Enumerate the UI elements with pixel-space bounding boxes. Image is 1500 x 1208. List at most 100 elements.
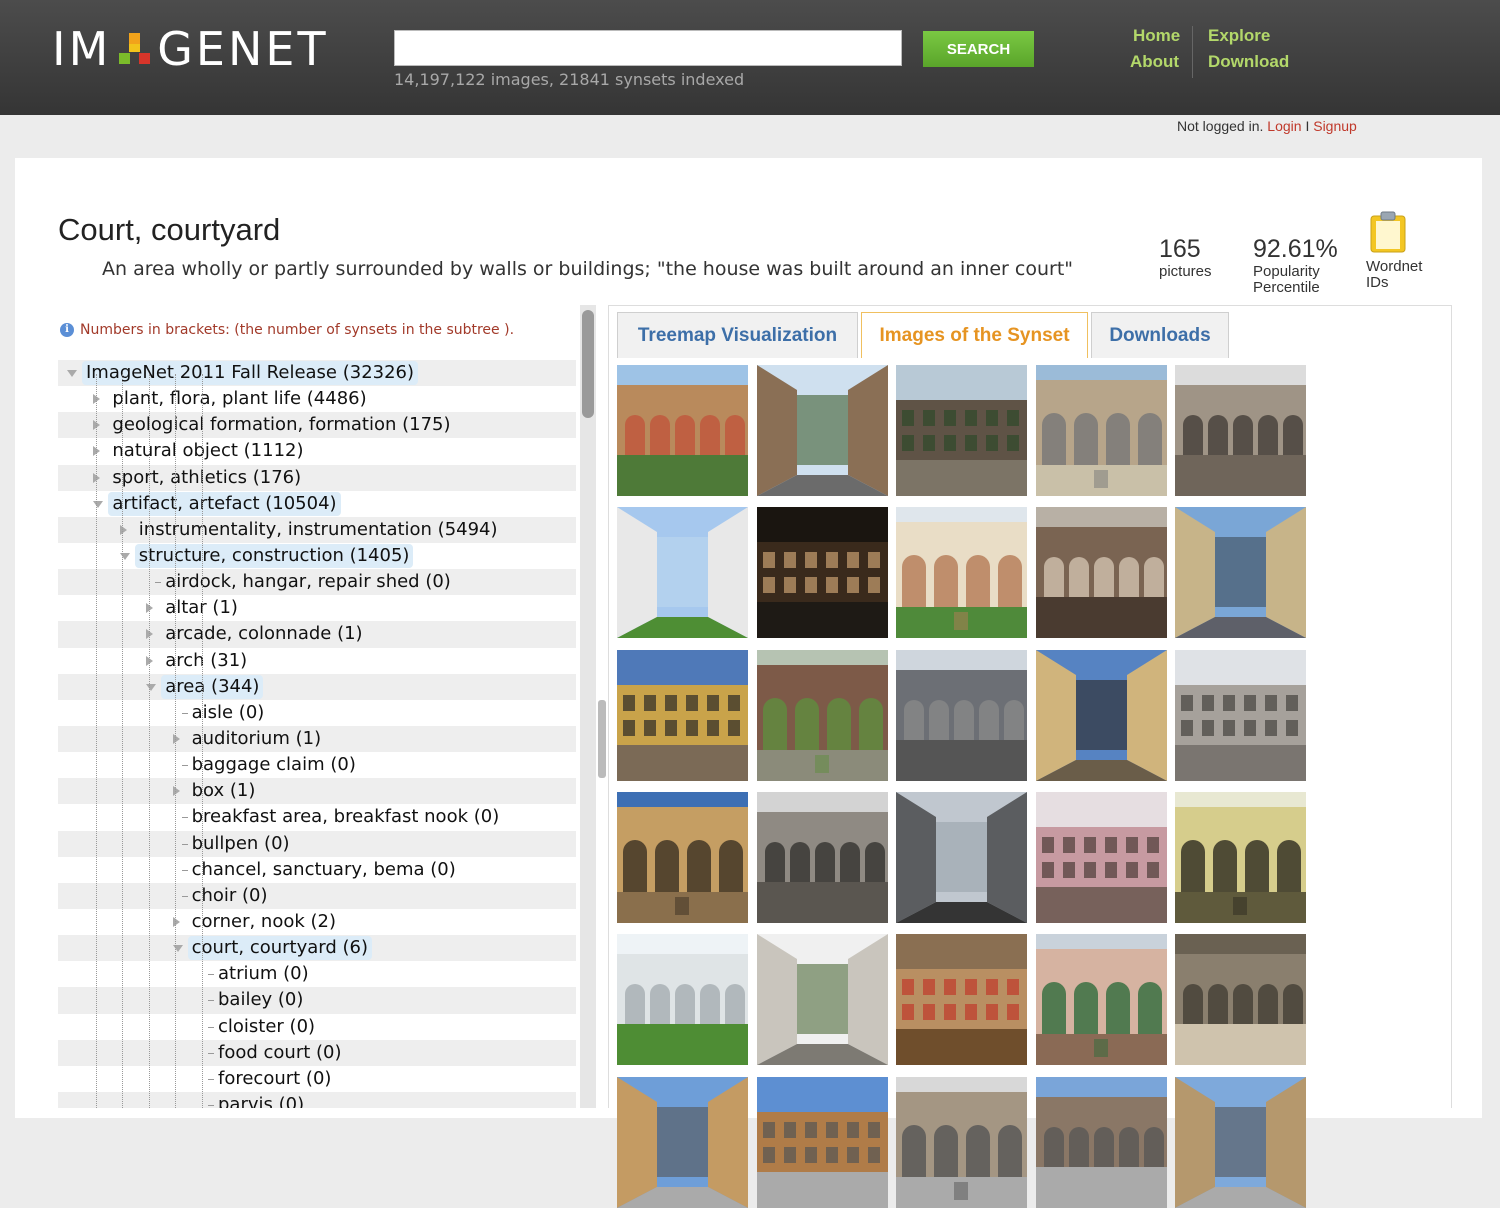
courtyard-thumbnail[interactable] xyxy=(1175,365,1306,496)
tree-node-label[interactable]: geological formation, formation (175) xyxy=(108,413,454,437)
popularity-label-2: Percentile xyxy=(1253,279,1320,296)
tree-node-label[interactable]: box (1) xyxy=(188,779,260,803)
tree-guide-line xyxy=(148,374,150,1108)
tree-node-label[interactable]: cloister (0) xyxy=(214,1015,319,1039)
tree-row: choir (0) xyxy=(58,882,576,909)
pictures-count: 165 xyxy=(1159,235,1201,263)
courtyard-thumbnail[interactable] xyxy=(896,791,1027,923)
tree-node-label[interactable]: chancel, sanctuary, bema (0) xyxy=(188,858,460,882)
tree-node-label[interactable]: parvis (0) xyxy=(214,1093,308,1108)
tree-node-label[interactable]: bailey (0) xyxy=(214,988,307,1012)
tree-row: arch (31) xyxy=(58,648,576,674)
courtyard-thumbnail[interactable] xyxy=(896,507,1027,639)
synset-gloss: An area wholly or partly surrounded by w… xyxy=(102,258,1074,280)
imagenet-logo[interactable]: IM GENET xyxy=(52,22,329,76)
collapse-toggle-icon[interactable] xyxy=(67,370,77,377)
tree-node-label[interactable]: area (344) xyxy=(161,674,264,699)
courtyard-thumbnail[interactable] xyxy=(1035,649,1167,781)
courtyard-thumbnail[interactable] xyxy=(896,365,1027,496)
courtyard-thumbnail[interactable] xyxy=(896,934,1027,1066)
wordnet-clipboard-icon[interactable] xyxy=(1369,210,1407,254)
tab-images[interactable]: Images of the Synset xyxy=(861,312,1088,358)
nav-explore-link[interactable]: Explore xyxy=(1208,26,1270,46)
tree-scrollbar-track[interactable] xyxy=(580,305,596,1108)
courtyard-thumbnail[interactable] xyxy=(1035,791,1167,923)
collapse-toggle-icon[interactable] xyxy=(172,945,183,953)
nav-about-link[interactable]: About xyxy=(1130,52,1179,72)
tree-node-label[interactable]: bullpen (0) xyxy=(188,832,294,856)
courtyard-thumbnail[interactable] xyxy=(617,507,748,639)
collapse-toggle-icon[interactable] xyxy=(93,500,104,508)
courtyard-thumbnail[interactable] xyxy=(1175,1076,1306,1208)
nav-download-link[interactable]: Download xyxy=(1208,52,1289,72)
courtyard-thumbnail[interactable] xyxy=(756,365,888,496)
courtyard-thumbnail[interactable] xyxy=(756,791,888,923)
tree-node-label[interactable]: airdock, hangar, repair shed (0) xyxy=(161,570,455,594)
courtyard-thumbnail[interactable] xyxy=(1175,649,1306,781)
tree-node-label[interactable]: food court (0) xyxy=(214,1041,346,1065)
tree-node-label[interactable]: sport, athletics (176) xyxy=(108,466,305,490)
tree-row: aisle (0) xyxy=(58,700,576,726)
courtyard-thumbnail[interactable] xyxy=(617,1076,748,1208)
collapse-toggle-icon[interactable] xyxy=(146,683,157,691)
tree-guide-line xyxy=(122,374,124,1108)
tree-row: baggage claim (0) xyxy=(58,752,576,778)
tree-note-text: Numbers in brackets: (the number of syns… xyxy=(80,322,515,338)
courtyard-thumbnail[interactable] xyxy=(617,934,748,1066)
courtyard-thumbnail[interactable] xyxy=(1175,507,1306,639)
courtyard-thumbnail[interactable] xyxy=(1035,934,1167,1066)
search-input[interactable] xyxy=(394,30,902,66)
pane-splitter-handle[interactable] xyxy=(598,700,606,778)
tree-node-label[interactable]: ImageNet 2011 Fall Release (32326) xyxy=(82,361,419,385)
courtyard-thumbnail[interactable] xyxy=(1175,791,1306,923)
tree-node-label[interactable]: artifact, artefact (10504) xyxy=(108,491,341,516)
tree-node-label[interactable]: atrium (0) xyxy=(214,962,313,986)
tree-node-label[interactable]: court, courtyard (6) xyxy=(187,936,372,961)
tree-row: sport, athletics (176) xyxy=(58,464,576,491)
courtyard-thumbnail[interactable] xyxy=(756,1076,888,1208)
tree-node-label[interactable]: plant, flora, plant life (4486) xyxy=(108,387,370,411)
collapse-toggle-icon[interactable] xyxy=(119,552,130,560)
popularity-stat: 92.61% Popularity Percentile xyxy=(1253,236,1338,296)
courtyard-thumbnail[interactable] xyxy=(617,791,748,923)
tree-node-label[interactable]: structure, construction (1405) xyxy=(134,543,414,568)
popularity-label-1: Popularity xyxy=(1253,263,1320,280)
tree-row: geological formation, formation (175) xyxy=(58,412,576,439)
tree-node-label[interactable]: corner, nook (2) xyxy=(188,910,340,934)
tree-node-label[interactable]: choir (0) xyxy=(188,884,272,908)
tree-node-label[interactable]: aisle (0) xyxy=(188,701,269,725)
tab-downloads[interactable]: Downloads xyxy=(1091,312,1229,358)
tree-guide-line xyxy=(96,374,97,1108)
courtyard-thumbnail[interactable] xyxy=(1175,934,1306,1066)
courtyard-thumbnail[interactable] xyxy=(1035,1076,1167,1208)
tree-scrollbar-thumb[interactable] xyxy=(582,310,594,418)
tree-row: instrumentality, instrumentation (5494) xyxy=(58,516,576,543)
popularity-value: 92.61% xyxy=(1253,235,1338,263)
tree-row: artifact, artefact (10504) xyxy=(58,491,576,517)
courtyard-thumbnail[interactable] xyxy=(617,365,748,496)
tree-node-label[interactable]: auditorium (1) xyxy=(188,727,326,751)
tree-node-label[interactable]: natural object (1112) xyxy=(108,439,307,463)
courtyard-thumbnail[interactable] xyxy=(896,649,1027,781)
tree-node-label[interactable]: baggage claim (0) xyxy=(188,753,360,777)
tree-node-label[interactable]: breakfast area, breakfast nook (0) xyxy=(188,805,504,829)
tree-row: plant, flora, plant life (4486) xyxy=(58,386,576,412)
signup-link[interactable]: Signup xyxy=(1313,118,1357,134)
tree-node-label[interactable]: instrumentality, instrumentation (5494) xyxy=(135,518,502,542)
tree-node-label[interactable]: forecourt (0) xyxy=(214,1067,335,1091)
tree-row: arcade, colonnade (1) xyxy=(58,621,576,648)
search-button[interactable]: SEARCH xyxy=(923,31,1034,67)
courtyard-thumbnail[interactable] xyxy=(756,649,888,781)
tab-treemap[interactable]: Treemap Visualization xyxy=(617,312,858,358)
courtyard-thumbnail[interactable] xyxy=(756,934,888,1066)
login-link[interactable]: Login xyxy=(1267,118,1301,134)
courtyard-thumbnail[interactable] xyxy=(1035,365,1167,496)
courtyard-thumbnail[interactable] xyxy=(756,507,888,639)
tree-node-label[interactable]: arcade, colonnade (1) xyxy=(161,622,366,646)
nav-home-link[interactable]: Home xyxy=(1133,26,1180,46)
courtyard-thumbnail[interactable] xyxy=(1035,507,1167,639)
courtyard-thumbnail[interactable] xyxy=(896,1076,1027,1208)
courtyard-thumbnail[interactable] xyxy=(617,649,748,781)
wordnet-ids-stat[interactable]: Wordnet IDs xyxy=(1366,259,1422,291)
tree-row: box (1) xyxy=(58,778,576,805)
